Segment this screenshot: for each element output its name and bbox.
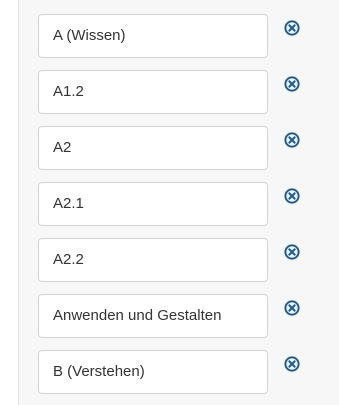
remove-circle-icon[interactable] xyxy=(284,132,300,148)
remove-circle-icon[interactable] xyxy=(284,356,300,372)
entry-row: A1.2 xyxy=(38,70,328,114)
remove-circle-icon[interactable] xyxy=(284,20,300,36)
entry-field[interactable]: Anwenden und Gestalten xyxy=(38,294,268,338)
remove-circle-icon[interactable] xyxy=(284,76,300,92)
entry-field[interactable]: A2 xyxy=(38,126,268,170)
entry-field[interactable]: A2.2 xyxy=(38,238,268,282)
remove-circle-icon[interactable] xyxy=(284,188,300,204)
entry-row: Anwenden und Gestalten xyxy=(38,294,328,338)
entry-row: A2 xyxy=(38,126,328,170)
entry-row: A2.2 xyxy=(38,238,328,282)
entry-row: A2.1 xyxy=(38,182,328,226)
entry-field[interactable]: A2.1 xyxy=(38,182,268,226)
entry-field[interactable]: B (Verstehen) xyxy=(38,350,268,394)
entries-panel: A (Wissen) A1.2 A2 A2.1 A2.2 Anwenden un… xyxy=(18,0,339,405)
remove-circle-icon[interactable] xyxy=(284,300,300,316)
entry-field[interactable]: A (Wissen) xyxy=(38,14,268,58)
entry-field[interactable]: A1.2 xyxy=(38,70,268,114)
entry-row: B (Verstehen) xyxy=(38,350,328,394)
entry-row: A (Wissen) xyxy=(38,14,328,58)
remove-circle-icon[interactable] xyxy=(284,244,300,260)
